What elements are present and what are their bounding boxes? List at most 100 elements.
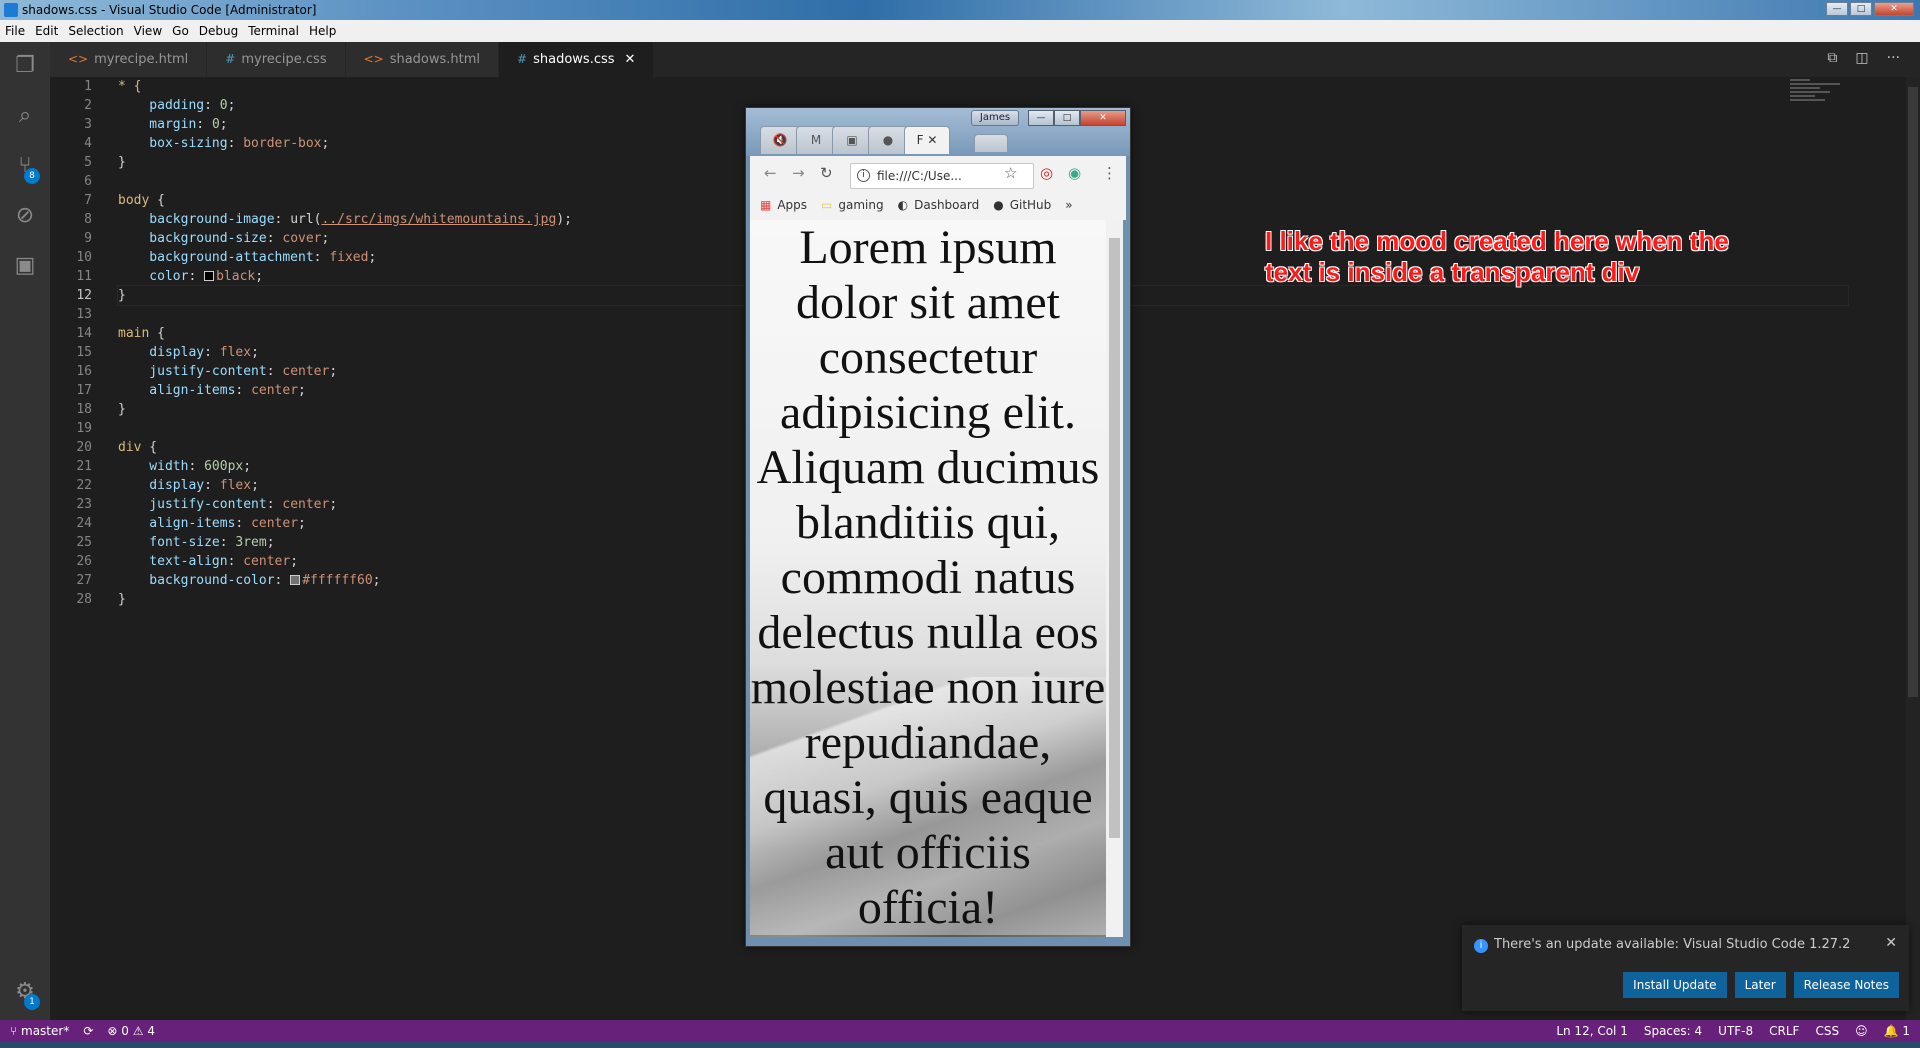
dashboard-icon: ◐: [897, 198, 909, 212]
html-file-icon: <>: [363, 52, 384, 66]
menu-item-selection[interactable]: Selection: [63, 20, 128, 42]
minimap[interactable]: [1790, 77, 1860, 137]
code-token: :: [235, 383, 252, 398]
code-token: background-attachment: [118, 250, 314, 265]
extensions-icon[interactable]: ▣: [13, 254, 37, 278]
tab-label: shadows.css: [533, 52, 615, 67]
menu-item-debug[interactable]: Debug: [194, 20, 243, 42]
menu-item-go[interactable]: Go: [167, 20, 194, 42]
scrollbar-thumb[interactable]: [1908, 87, 1918, 697]
code-token: center: [282, 497, 330, 512]
minimize-button[interactable]: —: [1826, 2, 1848, 16]
tab-shadows-css[interactable]: # shadows.css ✕: [499, 42, 655, 77]
line-ending[interactable]: CRLF: [1769, 1020, 1799, 1042]
transparent-div-text: Lorem ipsum dolor sit amet consectetur a…: [750, 220, 1106, 935]
bookmarks-bar: ▦ Apps ▭ gaming ◐ Dashboard ● GitHub »: [760, 198, 1073, 212]
browser-minimize-button[interactable]: —: [1028, 110, 1054, 126]
tab-myrecipe-html[interactable]: <> myrecipe.html: [50, 42, 208, 77]
code-token: ;: [243, 459, 252, 474]
github-icon: ●: [993, 198, 1004, 212]
more-actions-icon[interactable]: ···: [1887, 50, 1900, 66]
language-mode[interactable]: CSS: [1815, 1020, 1839, 1042]
info-icon[interactable]: i: [857, 169, 870, 182]
explorer-icon[interactable]: ❐: [13, 54, 37, 78]
bookmark-github[interactable]: ● GitHub: [993, 198, 1051, 212]
problems-indicator[interactable]: ⊗ 0 ⚠ 4: [107, 1020, 155, 1042]
bookmark-dashboard[interactable]: ◐ Dashboard: [898, 198, 980, 212]
editor-scrollbar[interactable]: [1906, 77, 1920, 1020]
code-token: align-items: [118, 383, 236, 398]
reload-icon[interactable]: ↻: [820, 164, 833, 182]
page-scrollbar[interactable]: [1106, 220, 1123, 937]
close-tab-icon[interactable]: ✕: [625, 52, 636, 67]
menu-item-edit[interactable]: Edit: [30, 20, 63, 42]
browser-tab[interactable]: 🔇: [760, 126, 800, 154]
settings-badge: 1: [24, 994, 40, 1010]
install-update-button[interactable]: Install Update: [1623, 972, 1727, 998]
cursor-position[interactable]: Ln 12, Col 1: [1556, 1020, 1628, 1042]
menu-item-file[interactable]: File: [0, 20, 30, 42]
code-token: center: [243, 554, 291, 569]
menu-item-terminal[interactable]: Terminal: [243, 20, 304, 42]
line-number: 7: [84, 193, 92, 208]
page-scroll-thumb[interactable]: [1109, 238, 1120, 838]
opera-extension-icon[interactable]: ◎: [1040, 164, 1053, 182]
release-notes-button[interactable]: Release Notes: [1793, 972, 1899, 998]
notifications-indicator[interactable]: 🔔 1: [1884, 1020, 1910, 1042]
code-token: :: [266, 497, 283, 512]
split-editor-icon[interactable]: ◫: [1855, 50, 1868, 66]
line-number: 13: [76, 307, 92, 322]
later-button[interactable]: Later: [1734, 972, 1786, 998]
line-number: 9: [84, 231, 92, 246]
code-token: background-size: [118, 231, 267, 246]
feedback-icon[interactable]: ☺: [1855, 1020, 1868, 1042]
maximize-button[interactable]: □: [1850, 2, 1872, 16]
bookmark-gaming[interactable]: ▭ gaming: [821, 198, 884, 212]
color-swatch[interactable]: [290, 575, 301, 585]
code-token: {: [149, 193, 165, 208]
browser-tab-active[interactable]: F ✕: [904, 126, 950, 154]
tab-myrecipe-css[interactable]: # myrecipe.css: [207, 42, 346, 77]
menu-bar: File Edit Selection View Go Debug Terminal Help: [0, 20, 1920, 42]
search-icon[interactable]: ⌕: [13, 104, 37, 128]
code-token: :: [188, 269, 205, 284]
browser-tab-gmail[interactable]: M: [796, 126, 836, 154]
open-changes-icon[interactable]: ⧉: [1827, 50, 1837, 66]
debug-icon[interactable]: ⊘: [13, 204, 37, 228]
title-bar: shadows.css - Visual Studio Code [Admini…: [0, 0, 1920, 20]
back-icon[interactable]: ←: [764, 164, 777, 182]
code-token: ;: [321, 136, 330, 151]
more-bookmarks-icon[interactable]: »: [1065, 198, 1072, 212]
tab-shadows-html[interactable]: <> shadows.html: [345, 42, 500, 77]
profile-button[interactable]: James: [971, 110, 1019, 126]
forward-icon[interactable]: →: [792, 164, 805, 182]
star-icon[interactable]: ☆: [1004, 164, 1017, 182]
indentation[interactable]: Spaces: 4: [1644, 1020, 1702, 1042]
color-swatch[interactable]: [204, 271, 215, 281]
browser-close-button[interactable]: ✕: [1080, 110, 1126, 126]
bookmark-apps[interactable]: ▦ Apps: [760, 198, 807, 212]
line-number: 12: [76, 288, 92, 303]
browser-tab[interactable]: ▣: [832, 126, 872, 154]
web-page: Lorem ipsum dolor sit amet consectetur a…: [750, 220, 1106, 937]
browser-maximize-button[interactable]: □: [1054, 110, 1080, 126]
code-token: );: [556, 212, 572, 227]
new-tab-button[interactable]: [974, 134, 1008, 152]
close-window-button[interactable]: ✕: [1874, 2, 1914, 16]
encoding[interactable]: UTF-8: [1718, 1020, 1753, 1042]
code-token: display: [118, 345, 205, 360]
code-token: background-color: [118, 573, 275, 588]
menu-icon[interactable]: ⋮: [1102, 164, 1117, 182]
close-notification-icon[interactable]: ✕: [1885, 935, 1897, 951]
code-token: :: [219, 535, 236, 550]
chrome-extension-icon[interactable]: ◉: [1068, 164, 1081, 182]
line-number: 21: [76, 459, 92, 474]
code-token: ;: [368, 250, 377, 265]
code-line[interactable]: * {: [118, 77, 1848, 96]
browser-tab-github[interactable]: ●: [868, 126, 908, 154]
sync-icon[interactable]: ⟳: [83, 1020, 93, 1042]
menu-item-help[interactable]: Help: [304, 20, 341, 42]
menu-item-view[interactable]: View: [129, 20, 167, 42]
branch-indicator[interactable]: ⑂ master*: [10, 1020, 69, 1042]
code-token: justify-content: [118, 364, 267, 379]
